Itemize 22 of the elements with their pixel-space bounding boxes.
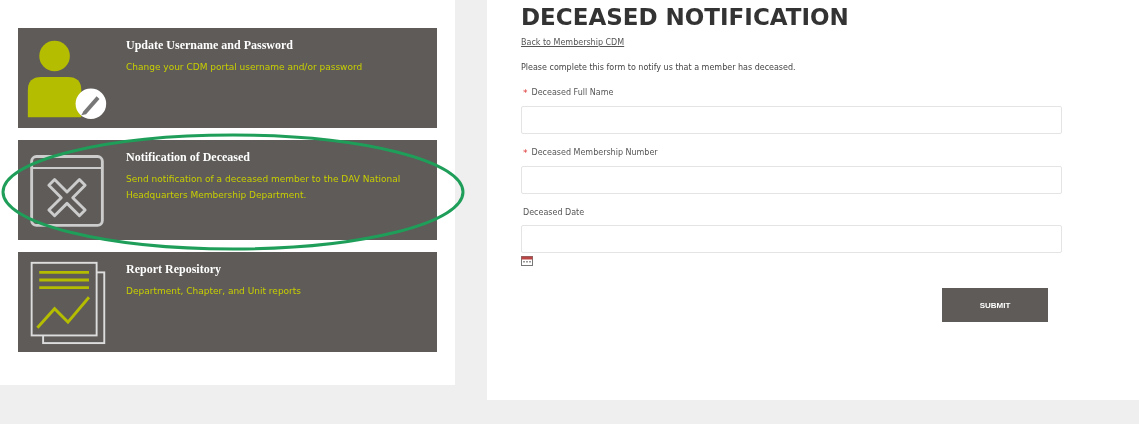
date-field[interactable] bbox=[521, 225, 1062, 253]
required-asterisk: * bbox=[523, 88, 528, 98]
submit-button[interactable]: SUBMIT bbox=[942, 288, 1048, 322]
page-title: DECEASED NOTIFICATION bbox=[521, 4, 850, 30]
field-label: Deceased Full Name bbox=[531, 88, 614, 98]
field-label: Deceased Date bbox=[523, 208, 585, 217]
field-label: Deceased Membership Number bbox=[531, 148, 658, 158]
back-link[interactable]: Back to Membership CDM bbox=[521, 38, 625, 47]
input-field[interactable] bbox=[521, 106, 1062, 134]
card-title: Report Repository bbox=[126, 262, 222, 277]
menu-card[interactable]: Notification of Deceased Send notification of a deceased member to the DAV National Headquarters Membership Department. bbox=[18, 140, 437, 240]
card-description: Department, Chapter, and Unit reports bbox=[126, 285, 303, 298]
required-asterisk: * bbox=[523, 148, 528, 158]
card-description: Send notification of a deceased member to the DAV National Headquarters Membership Department. bbox=[126, 173, 402, 202]
calendar-icon[interactable] bbox=[521, 256, 533, 266]
input-field[interactable] bbox=[521, 166, 1062, 194]
menu-card[interactable]: Update Username and Password Change your CDM portal username and/or password bbox=[18, 28, 437, 128]
card-title: Update Username and Password bbox=[126, 38, 294, 53]
card-description: Change your CDM portal username and/or password bbox=[126, 61, 364, 74]
menu-card[interactable]: Report Repository Department, Chapter, and Unit reports bbox=[18, 252, 437, 352]
intro-text: Please complete this form to notify us that a member has deceased. bbox=[521, 63, 797, 72]
card-title: Notification of Deceased bbox=[126, 150, 251, 165]
